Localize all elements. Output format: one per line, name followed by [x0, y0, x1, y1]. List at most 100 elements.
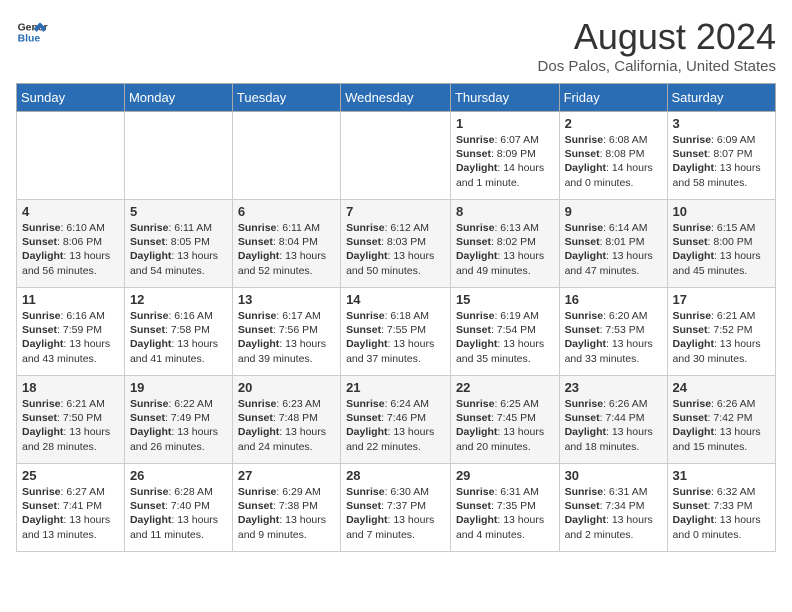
day-number: 19: [130, 380, 227, 395]
calendar-cell: [17, 112, 125, 200]
calendar-cell: 17Sunrise: 6:21 AMSunset: 7:52 PMDayligh…: [667, 288, 775, 376]
day-number: 21: [346, 380, 445, 395]
calendar-cell: 3Sunrise: 6:09 AMSunset: 8:07 PMDaylight…: [667, 112, 775, 200]
cell-text-line: Sunset: 7:50 PM: [22, 411, 119, 425]
cell-text-line: Daylight: 13 hours and 18 minutes.: [565, 425, 662, 453]
cell-text-line: Sunrise: 6:09 AM: [673, 133, 770, 147]
cell-text-line: Sunset: 7:55 PM: [346, 323, 445, 337]
cell-text-line: Sunset: 7:56 PM: [238, 323, 335, 337]
calendar-cell: 27Sunrise: 6:29 AMSunset: 7:38 PMDayligh…: [232, 464, 340, 552]
cell-text-line: Daylight: 13 hours and 47 minutes.: [565, 249, 662, 277]
day-number: 17: [673, 292, 770, 307]
cell-text-line: Daylight: 13 hours and 9 minutes.: [238, 513, 335, 541]
calendar-cell: 18Sunrise: 6:21 AMSunset: 7:50 PMDayligh…: [17, 376, 125, 464]
calendar-header: SundayMondayTuesdayWednesdayThursdayFrid…: [17, 84, 776, 112]
cell-text-line: Sunset: 7:53 PM: [565, 323, 662, 337]
cell-text-line: Sunset: 8:00 PM: [673, 235, 770, 249]
cell-text-line: Sunrise: 6:27 AM: [22, 485, 119, 499]
calendar-cell: 19Sunrise: 6:22 AMSunset: 7:49 PMDayligh…: [124, 376, 232, 464]
cell-text-line: Sunset: 7:48 PM: [238, 411, 335, 425]
day-number: 14: [346, 292, 445, 307]
page-header: General Blue August 2024 Dos Palos, Cali…: [16, 16, 776, 75]
logo-icon: General Blue: [16, 16, 48, 48]
cell-text-line: Sunrise: 6:24 AM: [346, 397, 445, 411]
calendar-week-5: 25Sunrise: 6:27 AMSunset: 7:41 PMDayligh…: [17, 464, 776, 552]
cell-text-line: Sunrise: 6:21 AM: [22, 397, 119, 411]
day-number: 26: [130, 468, 227, 483]
cell-text-line: Sunrise: 6:29 AM: [238, 485, 335, 499]
calendar-week-1: 1Sunrise: 6:07 AMSunset: 8:09 PMDaylight…: [17, 112, 776, 200]
calendar-cell: 6Sunrise: 6:11 AMSunset: 8:04 PMDaylight…: [232, 200, 340, 288]
day-number: 20: [238, 380, 335, 395]
cell-text-line: Sunset: 8:05 PM: [130, 235, 227, 249]
cell-text-line: Daylight: 13 hours and 39 minutes.: [238, 337, 335, 365]
calendar-cell: 20 Sunrise: 6:23 AMSunset: 7:48 PMDayligh…: [232, 376, 340, 464]
cell-text-line: Sunset: 7:42 PM: [673, 411, 770, 425]
cell-text-line: Sunset: 7:45 PM: [456, 411, 554, 425]
cell-text-line: Sunrise: 6:26 AM: [565, 397, 662, 411]
cell-text-line: Daylight: 13 hours and 52 minutes.: [238, 249, 335, 277]
cell-text-line: Daylight: 13 hours and 26 minutes.: [130, 425, 227, 453]
cell-text-line: Sunrise: 6:23 AM: [238, 397, 335, 411]
cell-text-line: Sunrise: 6:17 AM: [238, 309, 335, 323]
cell-text-line: Sunrise: 6:11 AM: [130, 221, 227, 235]
calendar-cell: 30Sunrise: 6:31 AMSunset: 7:34 PMDayligh…: [559, 464, 667, 552]
cell-text-line: Sunset: 7:46 PM: [346, 411, 445, 425]
cell-text-line: Sunrise: 6:15 AM: [673, 221, 770, 235]
cell-text-line: Daylight: 13 hours and 28 minutes.: [22, 425, 119, 453]
day-number: 7: [346, 204, 445, 219]
weekday-row: SundayMondayTuesdayWednesdayThursdayFrid…: [17, 84, 776, 112]
cell-text-line: Sunset: 8:01 PM: [565, 235, 662, 249]
cell-text-line: Daylight: 13 hours and 43 minutes.: [22, 337, 119, 365]
calendar-cell: 5Sunrise: 6:11 AMSunset: 8:05 PMDaylight…: [124, 200, 232, 288]
cell-text-line: Sunset: 8:09 PM: [456, 147, 554, 161]
weekday-header-monday: Monday: [124, 84, 232, 112]
cell-text-line: Sunrise: 6:22 AM: [130, 397, 227, 411]
cell-text-line: Sunrise: 6:16 AM: [130, 309, 227, 323]
cell-text-line: Sunset: 7:59 PM: [22, 323, 119, 337]
cell-text-line: Daylight: 13 hours and 35 minutes.: [456, 337, 554, 365]
weekday-header-wednesday: Wednesday: [341, 84, 451, 112]
cell-text-line: Sunset: 7:54 PM: [456, 323, 554, 337]
calendar-cell: 23Sunrise: 6:26 AMSunset: 7:44 PMDayligh…: [559, 376, 667, 464]
day-number: 29: [456, 468, 554, 483]
svg-text:Blue: Blue: [18, 34, 41, 45]
cell-text-line: Sunrise: 6:32 AM: [673, 485, 770, 499]
cell-text-line: Sunset: 8:04 PM: [238, 235, 335, 249]
calendar-cell: [232, 112, 340, 200]
cell-text-line: Daylight: 13 hours and 24 minutes.: [238, 425, 335, 453]
calendar-cell: 2Sunrise: 6:08 AMSunset: 8:08 PMDaylight…: [559, 112, 667, 200]
cell-text-line: Daylight: 13 hours and 33 minutes.: [565, 337, 662, 365]
day-number: 10: [673, 204, 770, 219]
cell-text-line: Sunrise: 6:21 AM: [673, 309, 770, 323]
day-number: 22: [456, 380, 554, 395]
day-number: 31: [673, 468, 770, 483]
calendar-week-2: 4Sunrise: 6:10 AMSunset: 8:06 PMDaylight…: [17, 200, 776, 288]
calendar-cell: 1Sunrise: 6:07 AMSunset: 8:09 PMDaylight…: [450, 112, 559, 200]
cell-text-line: Sunrise: 6:28 AM: [130, 485, 227, 499]
calendar-cell: 26Sunrise: 6:28 AMSunset: 7:40 PMDayligh…: [124, 464, 232, 552]
day-number: 5: [130, 204, 227, 219]
cell-text-line: Sunset: 7:33 PM: [673, 499, 770, 513]
cell-text-line: Daylight: 13 hours and 0 minutes.: [673, 513, 770, 541]
cell-text-line: Sunrise: 6:20 AM: [565, 309, 662, 323]
cell-text-line: Daylight: 14 hours and 0 minutes.: [565, 161, 662, 189]
cell-text-line: Daylight: 13 hours and 37 minutes.: [346, 337, 445, 365]
cell-text-line: Sunrise: 6:16 AM: [22, 309, 119, 323]
cell-text-line: Sunset: 8:08 PM: [565, 147, 662, 161]
day-number: 4: [22, 204, 119, 219]
cell-text-line: Sunset: 7:34 PM: [565, 499, 662, 513]
day-number: 1: [456, 116, 554, 131]
calendar-cell: 25Sunrise: 6:27 AMSunset: 7:41 PMDayligh…: [17, 464, 125, 552]
cell-text-line: Sunset: 7:44 PM: [565, 411, 662, 425]
day-number: 16: [565, 292, 662, 307]
cell-text-line: Sunset: 8:07 PM: [673, 147, 770, 161]
weekday-header-sunday: Sunday: [17, 84, 125, 112]
day-number: 15: [456, 292, 554, 307]
cell-text-line: Sunrise: 6:30 AM: [346, 485, 445, 499]
calendar-cell: 21Sunrise: 6:24 AMSunset: 7:46 PMDayligh…: [341, 376, 451, 464]
day-number: 27: [238, 468, 335, 483]
day-number: 13: [238, 292, 335, 307]
cell-text-line: Daylight: 13 hours and 13 minutes.: [22, 513, 119, 541]
cell-text-line: Sunrise: 6:14 AM: [565, 221, 662, 235]
